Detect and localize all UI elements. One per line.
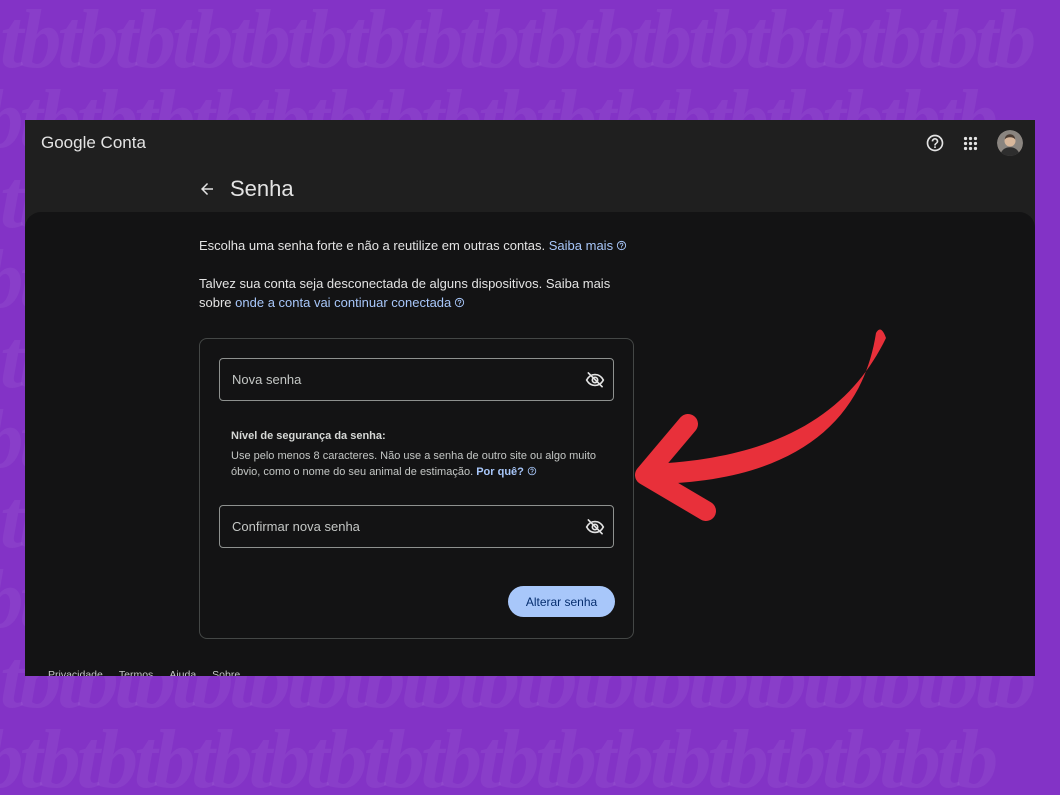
strength-line-2: óbvio, como o nome do seu animal de esti… <box>231 466 474 478</box>
top-bar: Google Conta Senha <box>25 120 1035 212</box>
confirm-password-field <box>219 505 614 548</box>
show-new-password-button[interactable] <box>585 370 605 390</box>
back-button[interactable] <box>197 179 217 199</box>
new-password-input[interactable] <box>220 359 613 400</box>
confirm-password-input[interactable] <box>220 506 613 547</box>
connected-devices-link[interactable]: onde a conta vai continuar conectada <box>235 295 451 310</box>
footer: Privacidade Termos Ajuda Sobre <box>48 668 240 676</box>
eye-off-icon <box>585 519 605 535</box>
account-avatar-button[interactable] <box>997 130 1023 156</box>
show-confirm-password-button[interactable] <box>585 517 605 537</box>
intro-paragraph-1: Escolha uma senha forte e não a reutiliz… <box>199 236 639 255</box>
intro-text: Escolha uma senha forte e não a reutiliz… <box>199 236 639 312</box>
strength-line-2-row: óbvio, como o nome do seu animal de esti… <box>231 464 616 480</box>
footer-link-privacy[interactable]: Privacidade <box>48 668 103 676</box>
change-password-card: Nível de segurança da senha: Use pelo me… <box>199 338 634 639</box>
help-circle-icon[interactable] <box>454 297 465 308</box>
content-panel: Escolha uma senha forte e não a reutiliz… <box>25 212 1035 676</box>
intro-line-1: Escolha uma senha forte e não a reutiliz… <box>199 238 546 253</box>
intro-paragraph-2-cont: sobre onde a conta vai continuar conecta… <box>199 293 639 312</box>
apps-grid-icon <box>963 136 977 150</box>
app-title[interactable]: Google Conta <box>41 133 146 153</box>
change-password-button[interactable]: Alterar senha <box>508 586 615 617</box>
arrow-back-icon <box>201 183 213 195</box>
footer-link-about[interactable]: Sobre <box>212 668 240 676</box>
watermark-row: tbtbtbtbtbtbtbtbtbtbtbtbtbtbtbtbtbtb <box>0 720 998 795</box>
help-circle-icon[interactable] <box>616 240 627 251</box>
page-title: Senha <box>230 176 294 201</box>
intro-line-3: sobre <box>199 295 232 310</box>
google-apps-button[interactable] <box>959 132 981 154</box>
intro-paragraph-2: Talvez sua conta seja desconectada de al… <box>199 274 639 293</box>
browser-window: Google Conta Senha Escolha uma senha for… <box>25 120 1035 676</box>
learn-more-link[interactable]: Saiba mais <box>549 238 613 253</box>
why-link[interactable]: Por quê? <box>476 466 524 478</box>
help-circle-icon <box>926 134 944 152</box>
help-button[interactable] <box>924 132 946 154</box>
footer-link-help[interactable]: Ajuda <box>169 668 196 676</box>
strength-title: Nível de segurança da senha: <box>231 430 386 442</box>
account-avatar <box>997 130 1023 156</box>
intro-line-2: Talvez sua conta seja desconectada de al… <box>199 276 611 291</box>
eye-off-icon <box>585 372 605 388</box>
password-strength-info: Nível de segurança da senha: Use pelo me… <box>231 428 616 480</box>
help-circle-icon[interactable] <box>527 466 537 476</box>
strength-line-1: Use pelo menos 8 caracteres. Não use a s… <box>231 450 597 462</box>
watermark-row: tbtbtbtbtbtbtbtbtbtbtbtbtbtbtbtbtbtb <box>0 0 1036 80</box>
new-password-field <box>219 358 614 401</box>
footer-link-terms[interactable]: Termos <box>119 668 153 676</box>
